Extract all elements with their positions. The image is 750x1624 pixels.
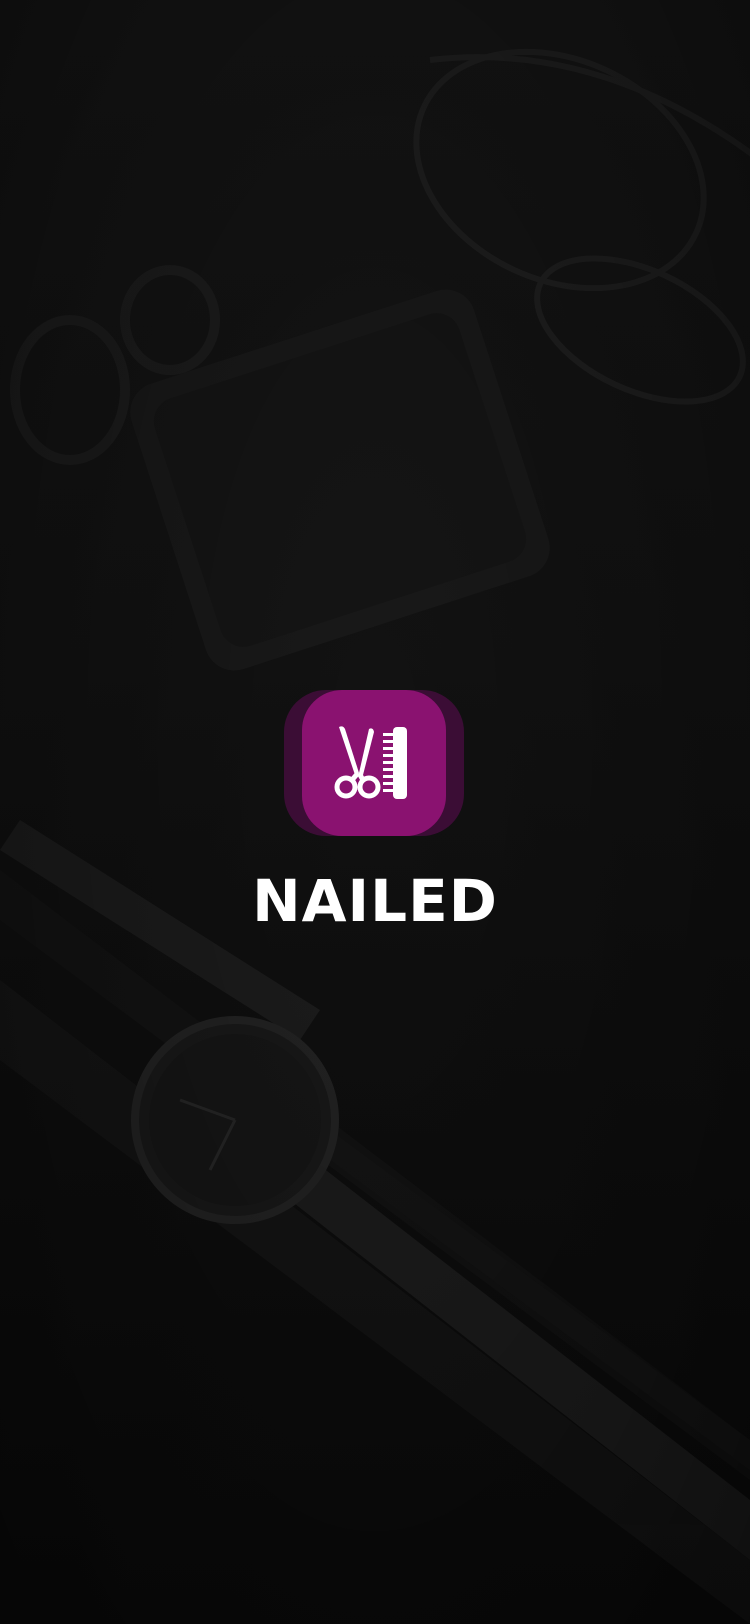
scissors-comb-icon bbox=[334, 726, 407, 799]
logo-tile bbox=[302, 690, 446, 836]
app-name: NAILED bbox=[252, 867, 498, 935]
splash-screen: NAILED bbox=[0, 0, 750, 1624]
app-logo bbox=[284, 690, 464, 836]
